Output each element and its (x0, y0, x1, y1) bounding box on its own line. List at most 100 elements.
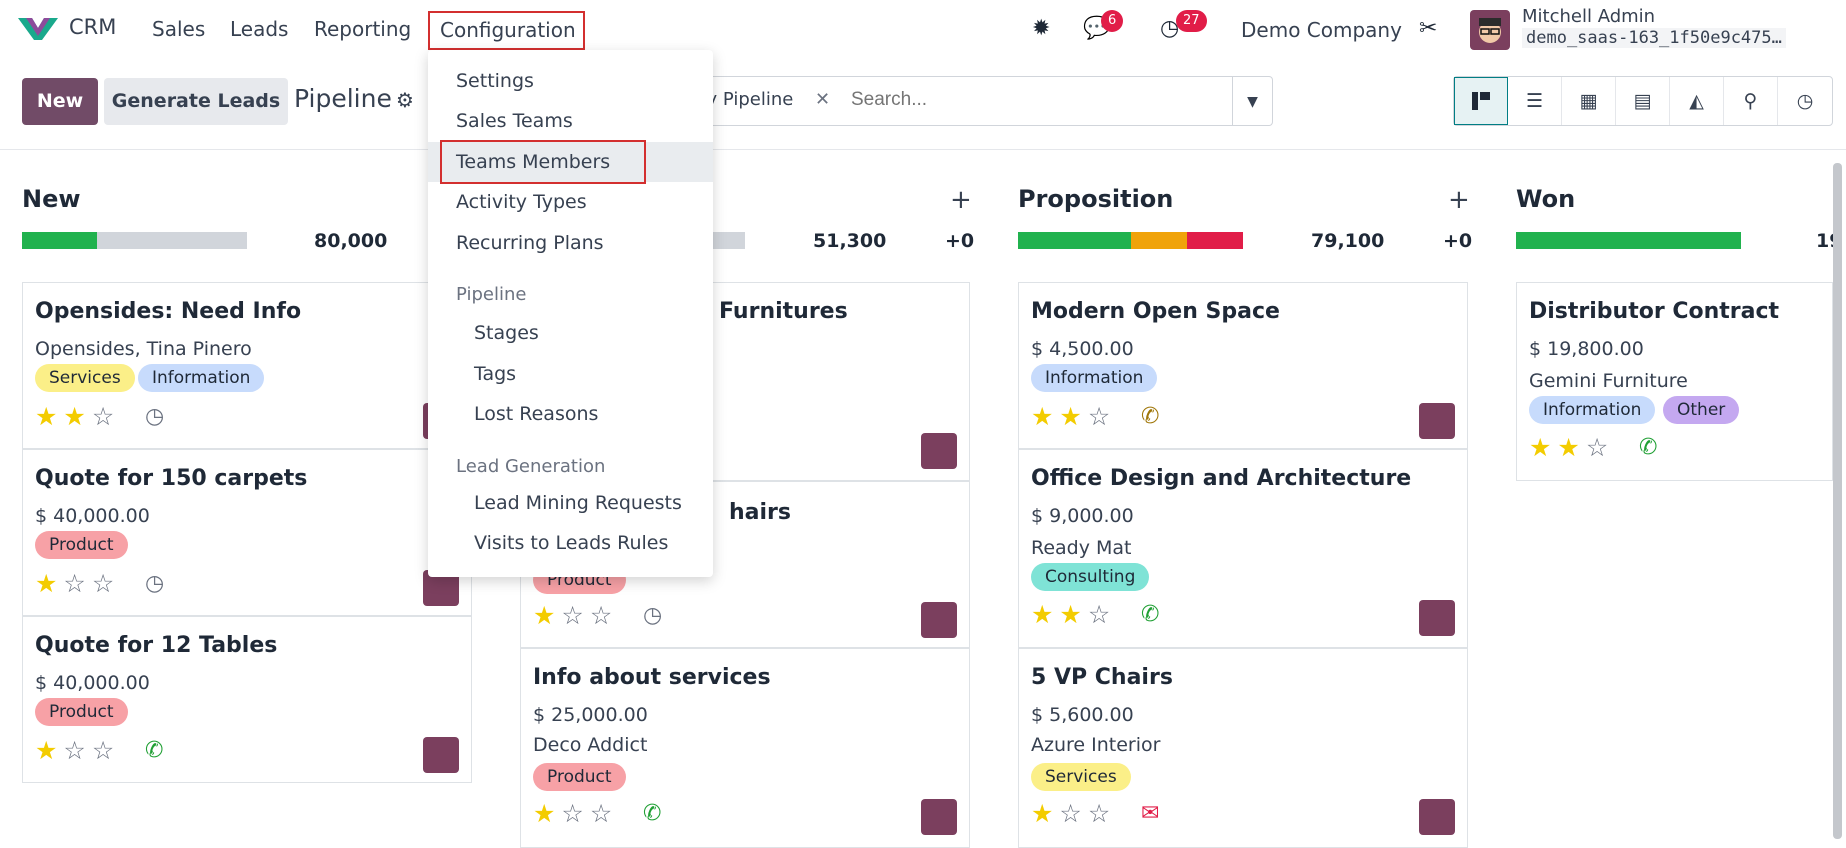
chat-badge: 6 (1101, 10, 1124, 32)
avatar (921, 602, 957, 638)
company-switcher[interactable]: Demo Company (1241, 18, 1402, 42)
user-name[interactable]: Mitchell Admin (1522, 6, 1655, 27)
card-title: hairs (729, 500, 791, 525)
menu-sales[interactable]: Sales (152, 17, 205, 41)
user-avatar[interactable] (1470, 10, 1510, 50)
kanban-card[interactable]: 5 VP Chairs $ 5,600.00 Azure Interior Se… (1018, 648, 1468, 848)
crm-logo-icon[interactable] (18, 14, 58, 42)
card-amount: $ 5,600.00 (1031, 704, 1134, 726)
activity-view-button[interactable]: ◷ (1778, 77, 1832, 125)
calendar-view-button[interactable]: ▦ (1562, 77, 1616, 125)
card-title: Info about services (533, 665, 771, 690)
priority-stars[interactable]: ★★☆ (35, 402, 120, 431)
activity-clock-icon[interactable]: ◷ (643, 603, 662, 628)
card-customer: Azure Interior (1031, 734, 1161, 756)
app-name[interactable]: CRM (69, 15, 116, 39)
list-view-button[interactable]: ☰ (1508, 77, 1562, 125)
kanban-card[interactable]: Office Design and Architecture $ 9,000.0… (1018, 449, 1468, 648)
priority-stars[interactable]: ★★☆ (1031, 600, 1116, 629)
top-navbar: CRM Sales Leads Reporting Configuration … (0, 0, 1846, 58)
menu-recurring-plans[interactable]: Recurring Plans (456, 232, 604, 254)
menu-stages[interactable]: Stages (474, 322, 539, 344)
card-amount: $ 25,000.00 (533, 704, 648, 726)
phone-icon[interactable]: ✆ (1141, 404, 1159, 429)
menu-sales-teams[interactable]: Sales Teams (456, 110, 573, 132)
area-chart-icon: ◭ (1689, 90, 1704, 112)
menu-lead-mining-requests[interactable]: Lead Mining Requests (474, 492, 682, 514)
column-sum: 80,000 (314, 230, 388, 252)
priority-stars[interactable]: ★★☆ (1529, 433, 1614, 462)
priority-stars[interactable]: ★☆☆ (533, 601, 618, 630)
column-delta: +0 (1443, 230, 1473, 252)
tag: Information (1529, 396, 1656, 424)
avatar (921, 799, 957, 835)
card-title: Furnitures (719, 299, 848, 324)
kanban-card[interactable]: Distributor Contract $ 19,800.00 Gemini … (1516, 282, 1833, 481)
kanban-card[interactable]: Info about services $ 25,000.00 Deco Add… (520, 648, 970, 848)
card-title: Distributor Contract (1529, 299, 1780, 324)
bug-icon[interactable]: ✹ (1032, 16, 1050, 41)
priority-stars[interactable]: ★☆☆ (35, 736, 120, 765)
kanban-card[interactable]: Opensides: Need Info Opensides, Tina Pin… (22, 282, 472, 449)
pivot-view-button[interactable]: ▤ (1616, 77, 1670, 125)
map-pin-icon: ⚲ (1743, 90, 1758, 112)
vertical-scrollbar[interactable] (1833, 163, 1842, 839)
remove-facet-icon[interactable]: ✕ (815, 89, 830, 110)
add-card-icon[interactable]: + (1448, 185, 1470, 215)
search-bar[interactable]: My Pipeline ✕ (690, 76, 1233, 126)
tag: Services (35, 364, 135, 392)
control-panel: New Generate Leads Pipeline ⚙ My Pipelin… (0, 58, 1846, 150)
menu-visits-to-leads-rules[interactable]: Visits to Leads Rules (474, 532, 668, 554)
priority-stars[interactable]: ★☆☆ (533, 799, 618, 828)
avatar (1419, 403, 1455, 439)
tag: Information (1031, 364, 1158, 392)
graph-view-button[interactable]: ◭ (1670, 77, 1724, 125)
activity-clock-icon[interactable]: ◷ (145, 404, 164, 429)
kanban-view-button[interactable] (1454, 77, 1508, 125)
column-title[interactable]: Won (1516, 185, 1575, 213)
kanban-card[interactable]: Modern Open Space $ 4,500.00 Information… (1018, 282, 1468, 449)
column-progress-bar[interactable] (1516, 232, 1741, 249)
menu-configuration[interactable]: Configuration (428, 11, 585, 50)
kanban-card[interactable]: Quote for 150 carpets $ 40,000.00 Produc… (22, 449, 472, 616)
menu-tags[interactable]: Tags (474, 363, 516, 385)
map-view-button[interactable]: ⚲ (1724, 77, 1778, 125)
envelope-icon[interactable]: ✉ (1141, 801, 1159, 826)
card-amount: $ 40,000.00 (35, 672, 150, 694)
column-progress-bar[interactable] (1018, 232, 1243, 249)
menu-settings[interactable]: Settings (456, 70, 534, 92)
priority-stars[interactable]: ★☆☆ (35, 569, 120, 598)
avatar (1419, 799, 1455, 835)
column-title[interactable]: New (22, 185, 81, 213)
search-input[interactable] (851, 89, 1191, 111)
gear-icon[interactable]: ⚙ (396, 88, 414, 112)
phone-icon[interactable]: ✆ (145, 738, 163, 763)
card-title: 5 VP Chairs (1031, 665, 1173, 690)
priority-stars[interactable]: ★★☆ (1031, 402, 1116, 431)
menu-leads[interactable]: Leads (230, 17, 288, 41)
search-options-toggle[interactable]: ▼ (1233, 76, 1273, 126)
avatar (423, 737, 459, 773)
menu-reporting[interactable]: Reporting (314, 17, 411, 41)
calendar-icon: ▦ (1579, 90, 1598, 112)
tag: Services (1031, 763, 1131, 791)
tag: Information (138, 364, 265, 392)
column-progress-bar[interactable] (22, 232, 247, 249)
add-card-icon[interactable]: + (950, 185, 972, 215)
column-title[interactable]: Proposition (1018, 185, 1173, 213)
card-title: Quote for 12 Tables (35, 633, 278, 658)
tools-icon[interactable]: ✂ (1419, 16, 1437, 41)
card-amount: $ 9,000.00 (1031, 505, 1134, 527)
menu-activity-types[interactable]: Activity Types (456, 191, 587, 213)
section-header-pipeline: Pipeline (456, 284, 527, 305)
activity-clock-icon[interactable]: ◷ (145, 571, 164, 596)
table-icon: ▤ (1633, 90, 1652, 112)
phone-icon[interactable]: ✆ (1141, 602, 1159, 627)
menu-lost-reasons[interactable]: Lost Reasons (474, 403, 598, 425)
kanban-card[interactable]: Quote for 12 Tables $ 40,000.00 Product … (22, 616, 472, 783)
priority-stars[interactable]: ★☆☆ (1031, 799, 1116, 828)
generate-leads-button[interactable]: Generate Leads (104, 78, 288, 125)
phone-icon[interactable]: ✆ (643, 801, 661, 826)
new-button[interactable]: New (22, 78, 98, 125)
phone-icon[interactable]: ✆ (1639, 435, 1657, 460)
